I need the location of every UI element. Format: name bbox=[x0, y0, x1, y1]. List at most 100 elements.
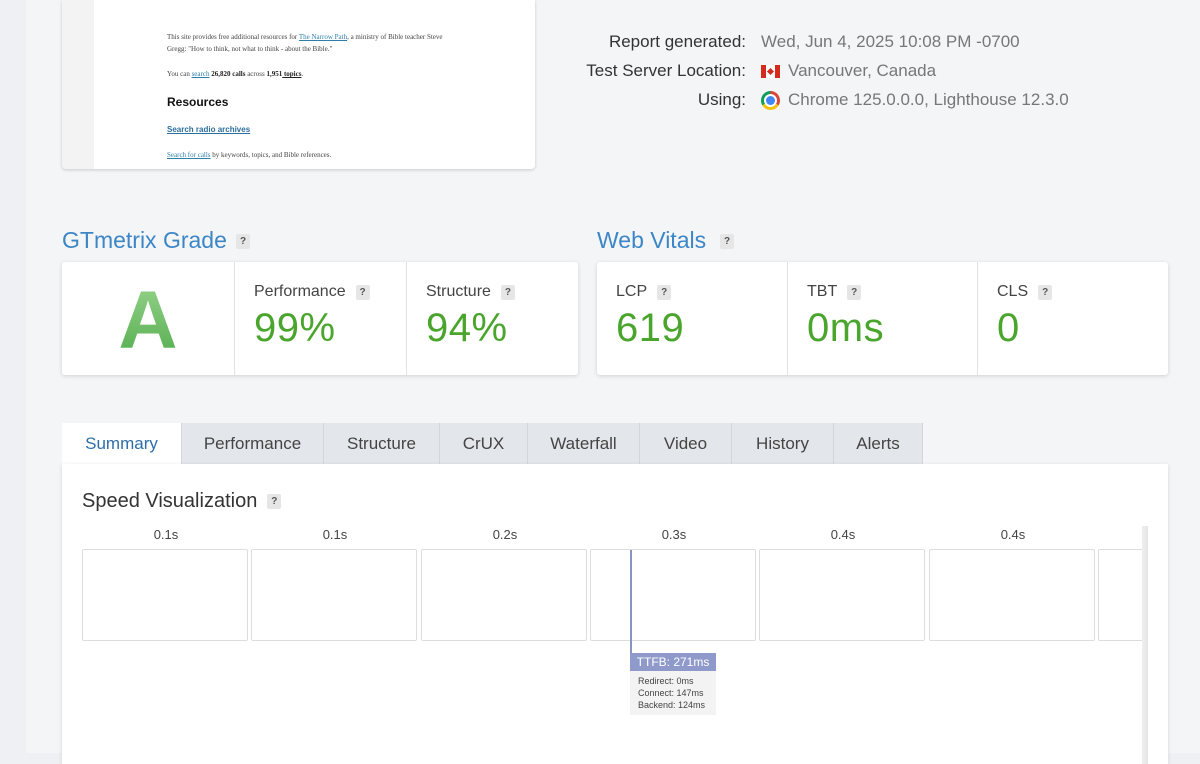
speed-visualization-title-row: Speed Visualization? bbox=[82, 490, 282, 513]
thumbnail-heading: Resources bbox=[167, 95, 229, 109]
thumbnail-text: by keywords, topics, and Bible reference… bbox=[210, 151, 332, 159]
tab-crux[interactable]: CrUX bbox=[440, 423, 528, 464]
ttfb-marker-label[interactable]: TTFB: 271ms bbox=[630, 653, 716, 671]
tab-waterfall[interactable]: Waterfall bbox=[528, 423, 640, 464]
filmstrip-frame[interactable] bbox=[251, 549, 417, 641]
tbt-help-icon[interactable]: ? bbox=[847, 284, 862, 300]
summary-panel: Speed Visualization? 0.1s 0.1s 0.2s 0.3s… bbox=[62, 464, 1168, 764]
thumbnail-text: You can bbox=[167, 70, 192, 78]
filmstrip-frame[interactable] bbox=[590, 549, 756, 641]
thumbnail-intro-line: This site provides free additional resou… bbox=[167, 32, 443, 42]
report-generated-label: Report generated: bbox=[608, 32, 746, 51]
thumbnail-link-archives: Search radio archives bbox=[167, 125, 251, 134]
browser-row: Using: Chrome 125.0.0.0, Lighthouse 12.3… bbox=[560, 90, 1180, 114]
gtmetrix-grade-title: GTmetrix Grade bbox=[62, 227, 227, 253]
server-location-row: Test Server Location: Vancouver, Canada bbox=[560, 61, 1180, 85]
cls-value: 0 bbox=[997, 306, 1020, 350]
tbt-label-row: TBT? bbox=[807, 283, 862, 301]
lcp-help-icon[interactable]: ? bbox=[657, 284, 672, 300]
grade-card: A Performance? 99% Structure? 94% bbox=[62, 262, 578, 375]
performance-score: 99% bbox=[254, 306, 336, 350]
ttfb-connect: Connect: 147ms bbox=[638, 688, 704, 698]
thumbnail-quote-line: Gregg: "How to think, not what to think … bbox=[167, 45, 333, 53]
thumbnail-link-search: search bbox=[191, 70, 210, 78]
structure-score: 94% bbox=[426, 306, 508, 350]
tab-performance[interactable]: Performance bbox=[182, 423, 324, 464]
filmstrip-frame[interactable] bbox=[759, 549, 925, 641]
structure-cell: Structure? 94% bbox=[406, 262, 579, 375]
thumbnail-link-calls: Search for calls bbox=[167, 151, 211, 159]
cls-label-row: CLS? bbox=[997, 283, 1053, 301]
thumbnail-call-count: 26,820 calls bbox=[209, 70, 246, 78]
performance-cell: Performance? 99% bbox=[234, 262, 407, 375]
thumbnail-calls-line: Search for calls by keywords, topics, an… bbox=[167, 150, 331, 160]
server-location-label: Test Server Location: bbox=[586, 61, 746, 80]
grade-letter: A bbox=[62, 274, 234, 368]
lcp-value: 619 bbox=[616, 306, 685, 350]
thumbnail-link-topics: topics bbox=[282, 70, 302, 78]
report-generated-value: Wed, Jun 4, 2025 10:08 PM -0700 bbox=[761, 32, 1020, 52]
grade-letter-cell: A bbox=[62, 262, 234, 375]
frame-time-label: 0.3s bbox=[661, 527, 687, 542]
thumbnail-page bbox=[94, 0, 535, 169]
cls-cell: CLS? 0 bbox=[977, 262, 1169, 375]
tbt-value: 0ms bbox=[807, 306, 885, 350]
page-screenshot-thumbnail[interactable]: This site provides free additional resou… bbox=[62, 0, 535, 169]
thumbnail-link-narrow-path: The Narrow Path bbox=[298, 33, 348, 41]
thumbnail-text: , a ministry of Bible teacher Steve bbox=[347, 33, 443, 41]
ttfb-marker-line bbox=[630, 550, 632, 654]
chrome-icon bbox=[761, 90, 780, 110]
ttfb-redirect: Redirect: 0ms bbox=[638, 676, 694, 686]
ttfb-breakdown: Redirect: 0ms Connect: 147ms Backend: 12… bbox=[630, 671, 716, 715]
cls-label: CLS bbox=[997, 283, 1029, 300]
filmstrip-scroll-edge bbox=[1142, 526, 1148, 764]
tbt-label: TBT bbox=[807, 283, 838, 300]
frame-time-label: 0.2s bbox=[492, 527, 518, 542]
frame-time-label: 0.1s bbox=[153, 527, 179, 542]
web-vitals-title: Web Vitals bbox=[597, 227, 707, 253]
report-tabs: Summary Performance Structure CrUX Water… bbox=[62, 423, 923, 464]
server-location-text: Vancouver, Canada bbox=[788, 61, 937, 80]
tab-structure[interactable]: Structure bbox=[324, 423, 440, 464]
frame-time-label: 0.4s bbox=[1000, 527, 1026, 542]
using-label: Using: bbox=[697, 90, 746, 109]
server-location-value: Vancouver, Canada bbox=[761, 61, 936, 81]
filmstrip-frame[interactable] bbox=[421, 549, 587, 641]
tab-video[interactable]: Video bbox=[640, 423, 732, 464]
canada-flag-icon bbox=[761, 64, 780, 78]
thumbnail-text: . bbox=[301, 70, 304, 78]
tab-history[interactable]: History bbox=[732, 423, 834, 464]
structure-help-icon[interactable]: ? bbox=[500, 284, 515, 300]
browser-version-text: Chrome 125.0.0.0, Lighthouse 12.3.0 bbox=[788, 90, 1069, 109]
web-vitals-card: LCP? 619 TBT? 0ms CLS? 0 bbox=[597, 262, 1168, 375]
performance-label-row: Performance? bbox=[254, 283, 370, 301]
filmstrip-frame[interactable] bbox=[82, 549, 248, 641]
speed-visualization-title: Speed Visualization bbox=[82, 490, 258, 512]
performance-help-icon[interactable]: ? bbox=[355, 284, 370, 300]
speed-help-icon[interactable]: ? bbox=[267, 494, 282, 509]
performance-label: Performance bbox=[254, 283, 346, 300]
tab-alerts[interactable]: Alerts bbox=[834, 423, 923, 464]
frame-time-label: 0.1s bbox=[322, 527, 348, 542]
vitals-help-icon[interactable]: ? bbox=[720, 234, 734, 249]
grade-help-icon[interactable]: ? bbox=[236, 234, 250, 249]
filmstrip-frame[interactable] bbox=[929, 549, 1095, 641]
tab-summary[interactable]: Summary bbox=[62, 423, 182, 464]
thumbnail-search-line: You can search 26,820 calls across 1,951… bbox=[167, 69, 303, 79]
lcp-cell: LCP? 619 bbox=[597, 262, 787, 375]
lcp-label: LCP bbox=[616, 283, 648, 300]
thumbnail-text: This site provides free additional resou… bbox=[167, 33, 299, 41]
lcp-label-row: LCP? bbox=[616, 283, 672, 301]
cls-help-icon[interactable]: ? bbox=[1038, 284, 1053, 300]
filmstrip-frame-partial[interactable] bbox=[1098, 549, 1148, 641]
thumbnail-text: across bbox=[245, 70, 267, 78]
report-date: Wed, Jun 4, 2025 10:08 PM -0700 bbox=[761, 32, 1020, 51]
frame-time-label: 0.4s bbox=[830, 527, 856, 542]
tbt-cell: TBT? 0ms bbox=[787, 262, 978, 375]
ttfb-backend: Backend: 124ms bbox=[638, 700, 706, 710]
using-value: Chrome 125.0.0.0, Lighthouse 12.3.0 bbox=[761, 90, 1069, 110]
report-generated-row: Report generated: Wed, Jun 4, 2025 10:08… bbox=[560, 32, 1180, 56]
structure-label-row: Structure? bbox=[426, 283, 515, 301]
structure-label: Structure bbox=[426, 283, 491, 300]
thumbnail-topic-count: 1,951 bbox=[266, 70, 283, 78]
